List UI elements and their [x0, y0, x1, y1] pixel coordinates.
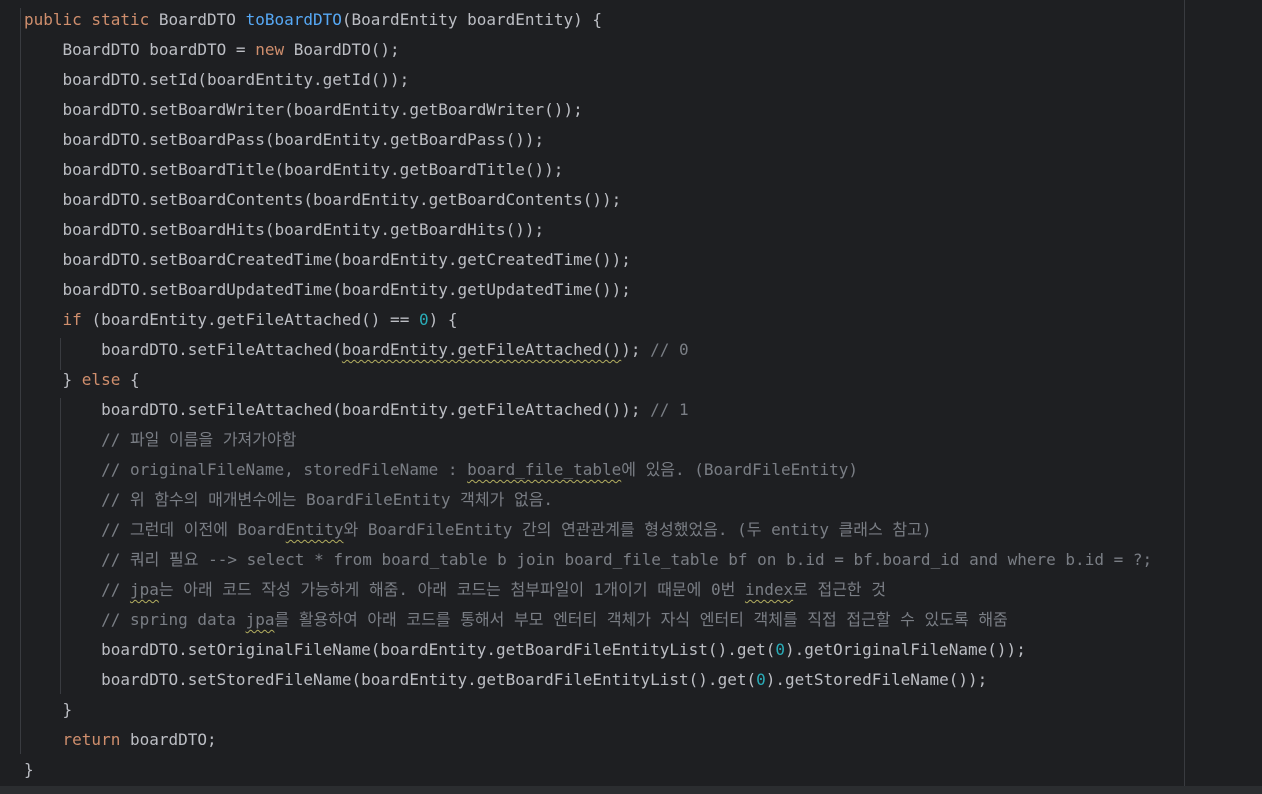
code-token: // 0: [650, 340, 689, 359]
code-line[interactable]: boardDTO.setBoardWriter(boardEntity.getB…: [24, 95, 1152, 125]
code-token: toBoardDTO: [245, 10, 342, 29]
code-token-warning: board_file_table: [467, 460, 622, 479]
code-line[interactable]: } else {: [24, 365, 1152, 395]
code-token: 로 접근한 것: [793, 580, 887, 599]
code-line[interactable]: boardDTO.setStoredFileName(boardEntity.g…: [24, 665, 1152, 695]
code-token: boardDTO.setId(boardEntity.getId());: [24, 70, 410, 89]
code-token-warning: Entity: [285, 520, 344, 539]
code-token: boardDTO.setBoardContents(boardEntity.ge…: [24, 190, 622, 209]
code-line[interactable]: boardDTO.setBoardUpdatedTime(boardEntity…: [24, 275, 1152, 305]
right-margin-guide: [1184, 0, 1185, 786]
code-line[interactable]: boardDTO.setOriginalFileName(boardEntity…: [24, 635, 1152, 665]
code-editor[interactable]: public static BoardDTO toBoardDTO(BoardE…: [0, 0, 1262, 794]
code-line[interactable]: return boardDTO;: [24, 725, 1152, 755]
code-line[interactable]: }: [24, 755, 1152, 785]
code-line[interactable]: // jpa는 아래 코드 작성 가능하게 해줌. 아래 코드는 첨부파일이 1…: [24, 575, 1152, 605]
code-token: ) {: [428, 310, 458, 329]
code-token: BoardDTO boardDTO =: [24, 40, 256, 59]
code-token: 0: [418, 310, 429, 329]
code-token: 는 아래 코드 작성 가능하게 해줌. 아래 코드는 첨부파일이 1개이기 때문…: [158, 580, 745, 599]
code-token: boardDTO.setStoredFileName(boardEntity.g…: [24, 670, 757, 689]
code-token: BoardDTO();: [293, 40, 400, 59]
code-line[interactable]: // originalFileName, storedFileName : bo…: [24, 455, 1152, 485]
code-token: boardDTO;: [129, 730, 217, 749]
code-token: boardDTO.setFileAttached(: [24, 340, 342, 359]
code-token: 0: [756, 670, 766, 689]
code-token: {: [129, 370, 140, 389]
code-token-warning: index: [744, 580, 794, 599]
code-line[interactable]: }: [24, 695, 1152, 725]
code-token: boardDTO.setBoardTitle(boardEntity.getBo…: [24, 160, 564, 179]
code-token: boardDTO.setBoardHits(boardEntity.getBoa…: [24, 220, 545, 239]
code-line[interactable]: boardDTO.setFileAttached(boardEntity.get…: [24, 335, 1152, 365]
code-line[interactable]: // 파일 이름을 가져가야함: [24, 425, 1152, 455]
code-line[interactable]: if (boardEntity.getFileAttached() == 0) …: [24, 305, 1152, 335]
horizontal-scrollbar-track[interactable]: [0, 786, 1262, 794]
code-token: }: [24, 700, 73, 719]
code-line[interactable]: boardDTO.setBoardContents(boardEntity.ge…: [24, 185, 1152, 215]
code-line[interactable]: boardDTO.setBoardTitle(boardEntity.getBo…: [24, 155, 1152, 185]
code-line[interactable]: public static BoardDTO toBoardDTO(BoardE…: [24, 5, 1152, 35]
code-token: boardDTO.setFileAttached(boardEntity.get…: [24, 400, 651, 419]
code-token: // 쿼리 필요 --> select * from board_table b…: [24, 550, 1153, 569]
code-line[interactable]: // 그런데 이전에 BoardEntity와 BoardFileEntity …: [24, 515, 1152, 545]
code-content[interactable]: public static BoardDTO toBoardDTO(BoardE…: [24, 5, 1152, 785]
code-token: boardDTO.setBoardCreatedTime(boardEntity…: [24, 250, 631, 269]
code-token: boardDTO.setOriginalFileName(boardEntity…: [24, 640, 776, 659]
code-token: 0: [775, 640, 785, 659]
code-line[interactable]: // 위 함수의 매개변수에는 BoardFileEntity 객체가 없음.: [24, 485, 1152, 515]
code-line[interactable]: // spring data jpa를 활용하여 아래 코드를 통해서 부모 엔…: [24, 605, 1152, 635]
code-token: ).getStoredFileName());: [765, 670, 988, 689]
code-token: // originalFileName, storedFileName :: [24, 460, 468, 479]
code-token: else: [81, 370, 130, 389]
code-token: boardDTO.setBoardWriter(boardEntity.getB…: [24, 100, 583, 119]
code-token: new: [255, 40, 294, 59]
code-token: // spring data: [24, 610, 246, 629]
code-token: ).getOriginalFileName());: [785, 640, 1026, 659]
code-token: // 1: [650, 400, 689, 419]
code-token: if: [62, 310, 92, 329]
code-token: boardDTO.setBoardPass(boardEntity.getBoa…: [24, 130, 545, 149]
code-line[interactable]: boardDTO.setBoardHits(boardEntity.getBoa…: [24, 215, 1152, 245]
code-line[interactable]: boardDTO.setFileAttached(boardEntity.get…: [24, 395, 1152, 425]
code-token: 와 BoardFileEntity 간의 연관관계를 형성했었음. (두 ent…: [343, 520, 932, 539]
code-line[interactable]: BoardDTO boardDTO = new BoardDTO();: [24, 35, 1152, 65]
code-token: }: [24, 760, 34, 779]
code-token: 에 있음. (BoardFileEntity): [621, 460, 859, 479]
code-token: }: [24, 370, 82, 389]
code-token: boardDTO.setBoardUpdatedTime(boardEntity…: [24, 280, 631, 299]
code-line[interactable]: boardDTO.setId(boardEntity.getId());: [24, 65, 1152, 95]
code-token-warning: jpa: [129, 580, 159, 599]
code-token: 를 활용하여 아래 코드를 통해서 부모 엔터티 객체가 자식 엔터티 객체를 …: [274, 610, 1008, 629]
code-token: (BoardEntity boardEntity) {: [341, 10, 602, 29]
code-line[interactable]: // 쿼리 필요 --> select * from board_table b…: [24, 545, 1152, 575]
code-token: //: [24, 580, 130, 599]
code-token: BoardDTO: [158, 10, 246, 29]
code-token-warning: boardEntity.getFileAttached(): [341, 340, 622, 359]
code-token: );: [621, 340, 651, 359]
indent-guide-method: [20, 8, 21, 754]
code-line[interactable]: boardDTO.setBoardPass(boardEntity.getBoa…: [24, 125, 1152, 155]
code-token: return: [62, 730, 130, 749]
code-token: // 위 함수의 매개변수에는 BoardFileEntity 객체가 없음.: [24, 490, 554, 509]
code-token: public static: [24, 10, 159, 29]
code-token: // 그런데 이전에 Board: [24, 520, 286, 539]
code-token: // 파일 이름을 가져가야함: [24, 430, 297, 449]
code-token: (boardEntity.getFileAttached() ==: [91, 310, 419, 329]
code-token-warning: jpa: [245, 610, 275, 629]
code-line[interactable]: boardDTO.setBoardCreatedTime(boardEntity…: [24, 245, 1152, 275]
